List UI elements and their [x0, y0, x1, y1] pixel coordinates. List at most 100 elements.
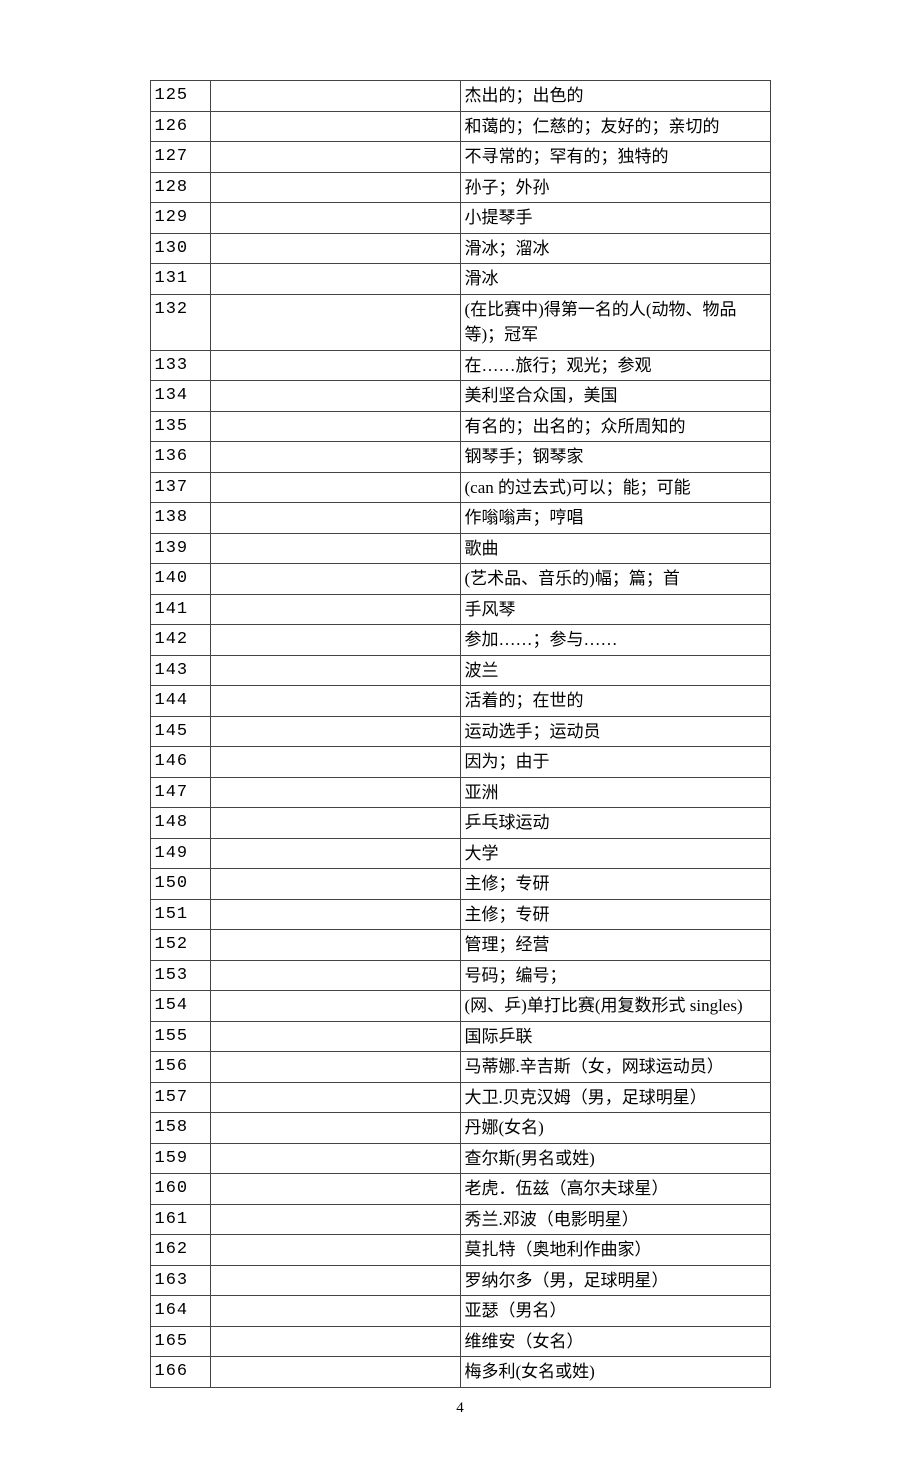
chinese-definition: (在比赛中)得第一名的人(动物、物品等)；冠军 [460, 294, 770, 350]
table-row: 126 和蔼的；仁慈的；友好的；亲切的 [150, 111, 770, 142]
table-row: 154 (网、乒)单打比赛(用复数形式 singles) [150, 991, 770, 1022]
table-row: 127不寻常的；罕有的；独特的 [150, 142, 770, 173]
row-number: 158 [150, 1113, 210, 1144]
english-word [210, 172, 460, 203]
row-number: 145 [150, 716, 210, 747]
row-number: 154 [150, 991, 210, 1022]
chinese-definition: 运动选手；运动员 [460, 716, 770, 747]
english-word [210, 472, 460, 503]
english-word [210, 594, 460, 625]
chinese-definition: 参加……；参与…… [460, 625, 770, 656]
row-number: 151 [150, 899, 210, 930]
english-word [210, 1326, 460, 1357]
chinese-definition: 小提琴手 [460, 203, 770, 234]
english-word [210, 838, 460, 869]
table-row: 158丹娜(女名) [150, 1113, 770, 1144]
english-word [210, 533, 460, 564]
row-number: 155 [150, 1021, 210, 1052]
english-word [210, 1021, 460, 1052]
row-number: 163 [150, 1265, 210, 1296]
table-row: 148 乒乓球运动 [150, 808, 770, 839]
table-row: 145 运动选手；运动员 [150, 716, 770, 747]
table-row: 165 维维安（女名） [150, 1326, 770, 1357]
table-row: 132(在比赛中)得第一名的人(动物、物品等)；冠军 [150, 294, 770, 350]
chinese-definition: 在……旅行；观光；参观 [460, 350, 770, 381]
chinese-definition: 滑冰；溜冰 [460, 233, 770, 264]
chinese-definition: 莫扎特（奥地利作曲家） [460, 1235, 770, 1266]
table-row: 151主修；专研 [150, 899, 770, 930]
chinese-definition: 歌曲 [460, 533, 770, 564]
table-row: 133 在……旅行；观光；参观 [150, 350, 770, 381]
row-number: 165 [150, 1326, 210, 1357]
english-word [210, 350, 460, 381]
table-row: 134美利坚合众国，美国 [150, 381, 770, 412]
row-number: 140 [150, 564, 210, 595]
table-row: 140(艺术品、音乐的)幅；篇；首 [150, 564, 770, 595]
row-number: 162 [150, 1235, 210, 1266]
chinese-definition: 和蔼的；仁慈的；友好的；亲切的 [460, 111, 770, 142]
table-row: 136钢琴手；钢琴家 [150, 442, 770, 473]
chinese-definition: (网、乒)单打比赛(用复数形式 singles) [460, 991, 770, 1022]
english-word [210, 1204, 460, 1235]
english-word [210, 716, 460, 747]
chinese-definition: 因为；由于 [460, 747, 770, 778]
chinese-definition: 秀兰.邓波（电影明星） [460, 1204, 770, 1235]
table-row: 162 莫扎特（奥地利作曲家） [150, 1235, 770, 1266]
row-number: 125 [150, 81, 210, 112]
row-number: 148 [150, 808, 210, 839]
row-number: 152 [150, 930, 210, 961]
english-word [210, 111, 460, 142]
table-row: 143波兰 [150, 655, 770, 686]
english-word [210, 1143, 460, 1174]
chinese-definition: 维维安（女名） [460, 1326, 770, 1357]
row-number: 137 [150, 472, 210, 503]
english-word [210, 1052, 460, 1083]
chinese-definition: 管理；经营 [460, 930, 770, 961]
table-row: 142参加……；参与…… [150, 625, 770, 656]
row-number: 160 [150, 1174, 210, 1205]
row-number: 144 [150, 686, 210, 717]
english-word [210, 686, 460, 717]
english-word [210, 381, 460, 412]
chinese-definition: 国际乒联 [460, 1021, 770, 1052]
english-word [210, 503, 460, 534]
row-number: 141 [150, 594, 210, 625]
table-row: 138作嗡嗡声；哼唱 [150, 503, 770, 534]
chinese-definition: 老虎．伍兹（高尔夫球星） [460, 1174, 770, 1205]
table-row: 147亚洲 [150, 777, 770, 808]
english-word [210, 625, 460, 656]
row-number: 143 [150, 655, 210, 686]
table-row: 161秀兰.邓波（电影明星） [150, 1204, 770, 1235]
row-number: 156 [150, 1052, 210, 1083]
chinese-definition: 梅多利(女名或姓) [460, 1357, 770, 1388]
page-number: 4 [100, 1400, 820, 1417]
english-word [210, 869, 460, 900]
chinese-definition: 乒乓球运动 [460, 808, 770, 839]
english-word [210, 1174, 460, 1205]
english-word [210, 1113, 460, 1144]
chinese-definition: 活着的；在世的 [460, 686, 770, 717]
english-word [210, 1265, 460, 1296]
row-number: 136 [150, 442, 210, 473]
document-page: 125 杰出的；出色的 126 和蔼的；仁慈的；友好的；亲切的127不寻常的；罕有的；… [100, 80, 820, 1417]
row-number: 126 [150, 111, 210, 142]
chinese-definition: 作嗡嗡声；哼唱 [460, 503, 770, 534]
chinese-definition: 亚瑟（男名） [460, 1296, 770, 1327]
english-word [210, 1235, 460, 1266]
chinese-definition: 杰出的；出色的 [460, 81, 770, 112]
table-row: 137(can 的过去式)可以；能；可能 [150, 472, 770, 503]
row-number: 133 [150, 350, 210, 381]
chinese-definition: 大卫.贝克汉姆（男，足球明星） [460, 1082, 770, 1113]
english-word [210, 655, 460, 686]
table-row: 164亚瑟（男名） [150, 1296, 770, 1327]
english-word [210, 1082, 460, 1113]
row-number: 128 [150, 172, 210, 203]
table-row: 150主修；专研 [150, 869, 770, 900]
table-row: 131滑冰 [150, 264, 770, 295]
chinese-definition: 美利坚合众国，美国 [460, 381, 770, 412]
table-row: 135有名的；出名的；众所周知的 [150, 411, 770, 442]
english-word [210, 960, 460, 991]
chinese-definition: 罗纳尔多（男，足球明星） [460, 1265, 770, 1296]
table-row: 125 杰出的；出色的 [150, 81, 770, 112]
english-word [210, 1357, 460, 1388]
